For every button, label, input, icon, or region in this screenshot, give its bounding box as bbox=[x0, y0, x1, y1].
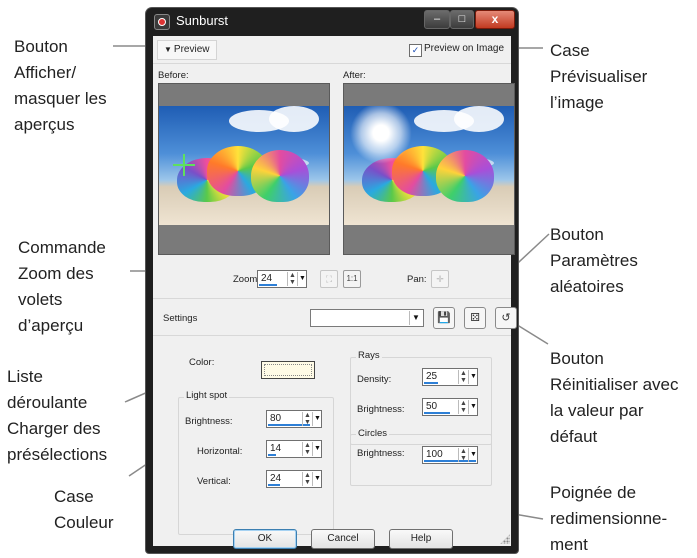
show-hide-preview-button[interactable]: ▼ Preview bbox=[157, 40, 217, 60]
ok-button[interactable]: OK bbox=[233, 529, 297, 549]
title-bar[interactable]: Sunburst – □ x bbox=[146, 8, 518, 36]
callout-resize-grip: Poignée de redimensionne- ment bbox=[550, 483, 668, 554]
value-bar bbox=[268, 454, 276, 456]
light-spot-title: Light spot bbox=[184, 390, 230, 401]
callout-color: Case Couleur bbox=[54, 487, 114, 532]
horizontal-value[interactable]: 14 bbox=[270, 443, 281, 454]
zoom-value[interactable]: 24 bbox=[261, 273, 272, 284]
load-preset-dropdown[interactable]: ▼ bbox=[310, 309, 424, 327]
vertical-value[interactable]: 24 bbox=[270, 473, 281, 484]
circles-brightness-spinbox[interactable]: 100 ▲ ▼ ▼ bbox=[422, 446, 478, 464]
triangle-down-icon: ▼ bbox=[164, 45, 172, 54]
horizontal-label: Horizontal: bbox=[197, 446, 243, 457]
light-brightness-value[interactable]: 80 bbox=[270, 413, 281, 424]
spin-arrows-icon[interactable]: ▲ ▼ bbox=[458, 370, 468, 384]
settings-label: Settings bbox=[163, 313, 198, 324]
density-value[interactable]: 25 bbox=[426, 371, 437, 382]
rays-brightness-label: Brightness: bbox=[357, 404, 405, 415]
rays-brightness-spinbox[interactable]: 50 ▲ ▼ ▼ bbox=[422, 398, 478, 416]
light-brightness-label: Brightness: bbox=[185, 416, 233, 427]
checkbox-box[interactable]: ✓ bbox=[409, 44, 422, 57]
preview-toggle-label: Preview bbox=[173, 44, 210, 55]
before-preview-pane[interactable] bbox=[158, 83, 330, 255]
divider bbox=[153, 335, 511, 336]
dropdown-arrow[interactable]: ▼ bbox=[312, 472, 322, 486]
fit-to-window-icon[interactable]: ⛶ bbox=[320, 270, 338, 288]
after-image bbox=[344, 106, 514, 225]
horizontal-spinbox[interactable]: 14 ▲ ▼ ▼ bbox=[266, 440, 322, 458]
app-icon bbox=[154, 14, 170, 30]
callout-reset: Bouton Réinitialiser avec la valeur par … bbox=[550, 349, 679, 446]
pan-label: Pan: bbox=[407, 274, 427, 285]
zoom-spinbox[interactable]: 24 ▲ ▼ ▼ bbox=[257, 270, 307, 288]
light-brightness-spinbox[interactable]: 80 ▲ ▼ ▼ bbox=[266, 410, 322, 428]
help-button[interactable]: Help bbox=[389, 529, 453, 549]
zoom-dropdown-arrow[interactable]: ▼ bbox=[297, 272, 307, 286]
sunburst-dialog: Sunburst – □ x ▼ Preview ✓ Preview on Imag… bbox=[146, 8, 518, 553]
after-preview-pane[interactable] bbox=[343, 83, 515, 255]
spin-arrows-icon[interactable]: ▲ ▼ bbox=[302, 412, 312, 426]
resize-grip-icon[interactable] bbox=[500, 534, 510, 544]
light-spot-crosshair-icon[interactable] bbox=[173, 154, 195, 176]
zoom-level-bar bbox=[259, 284, 277, 286]
density-spinbox[interactable]: 25 ▲ ▼ ▼ bbox=[422, 368, 478, 386]
spin-arrows-icon[interactable]: ▲ ▼ bbox=[302, 442, 312, 456]
callout-preview-toggle: Bouton Afficher/ masquer les aperçus bbox=[14, 37, 107, 134]
before-label: Before: bbox=[158, 70, 189, 81]
color-swatch-box[interactable] bbox=[261, 361, 315, 379]
vertical-spinbox[interactable]: 24 ▲ ▼ ▼ bbox=[266, 470, 322, 488]
divider bbox=[153, 63, 511, 64]
after-label: After: bbox=[343, 70, 366, 81]
value-bar bbox=[424, 382, 438, 384]
chevron-down-icon[interactable]: ▼ bbox=[409, 311, 422, 325]
spin-arrows-icon[interactable]: ▲ ▼ bbox=[287, 272, 297, 286]
dropdown-arrow[interactable]: ▼ bbox=[468, 448, 478, 462]
minimize-button[interactable]: – bbox=[424, 10, 450, 29]
preview-on-image-label: Preview on Image bbox=[424, 43, 505, 54]
zoom-label: Zoom: bbox=[233, 274, 260, 285]
save-preset-button[interactable]: 💾 bbox=[433, 307, 455, 329]
maximize-button[interactable]: □ bbox=[450, 10, 474, 29]
one-to-one-button[interactable]: 1:1 bbox=[343, 270, 361, 288]
spin-arrows-icon[interactable]: ▲ ▼ bbox=[458, 400, 468, 414]
spin-arrows-icon[interactable]: ▲ ▼ bbox=[458, 448, 468, 462]
callout-preview-on-image: Case Prévisualiser l’image bbox=[550, 41, 648, 112]
color-label: Color: bbox=[189, 357, 215, 368]
callout-presets: Liste déroulante Charger des présélectio… bbox=[7, 367, 108, 464]
value-bar bbox=[268, 484, 280, 486]
dialog-client: ▼ Preview ✓ Preview on Image Before: After… bbox=[153, 36, 517, 549]
preview-on-image-checkbox[interactable]: ✓ Preview on Image bbox=[409, 42, 504, 57]
dropdown-arrow[interactable]: ▼ bbox=[468, 400, 478, 414]
reset-to-default-button[interactable]: ↺ bbox=[495, 307, 517, 329]
circles-title: Circles bbox=[356, 428, 390, 439]
circles-brightness-label: Brightness: bbox=[357, 448, 405, 459]
divider bbox=[153, 298, 511, 299]
dropdown-arrow[interactable]: ▼ bbox=[312, 442, 322, 456]
vertical-label: Vertical: bbox=[197, 476, 231, 487]
randomize-button[interactable]: ⚄ bbox=[464, 307, 486, 329]
close-button[interactable]: x bbox=[475, 10, 515, 29]
rays-title: Rays bbox=[356, 350, 382, 361]
pan-icon[interactable]: ✛ bbox=[431, 270, 449, 288]
cancel-button[interactable]: Cancel bbox=[311, 529, 375, 549]
callout-random: Bouton Paramètres aléatoires bbox=[550, 225, 638, 296]
dropdown-arrow[interactable]: ▼ bbox=[312, 412, 322, 426]
callout-zoom: Commande Zoom des volets d’aperçu bbox=[18, 238, 106, 335]
rays-brightness-value[interactable]: 50 bbox=[426, 401, 437, 412]
value-bar bbox=[424, 412, 450, 414]
dropdown-arrow[interactable]: ▼ bbox=[468, 370, 478, 384]
density-label: Density: bbox=[357, 374, 392, 385]
window-title: Sunburst bbox=[176, 13, 229, 28]
circles-brightness-value[interactable]: 100 bbox=[426, 449, 443, 460]
spin-arrows-icon[interactable]: ▲ ▼ bbox=[302, 472, 312, 486]
